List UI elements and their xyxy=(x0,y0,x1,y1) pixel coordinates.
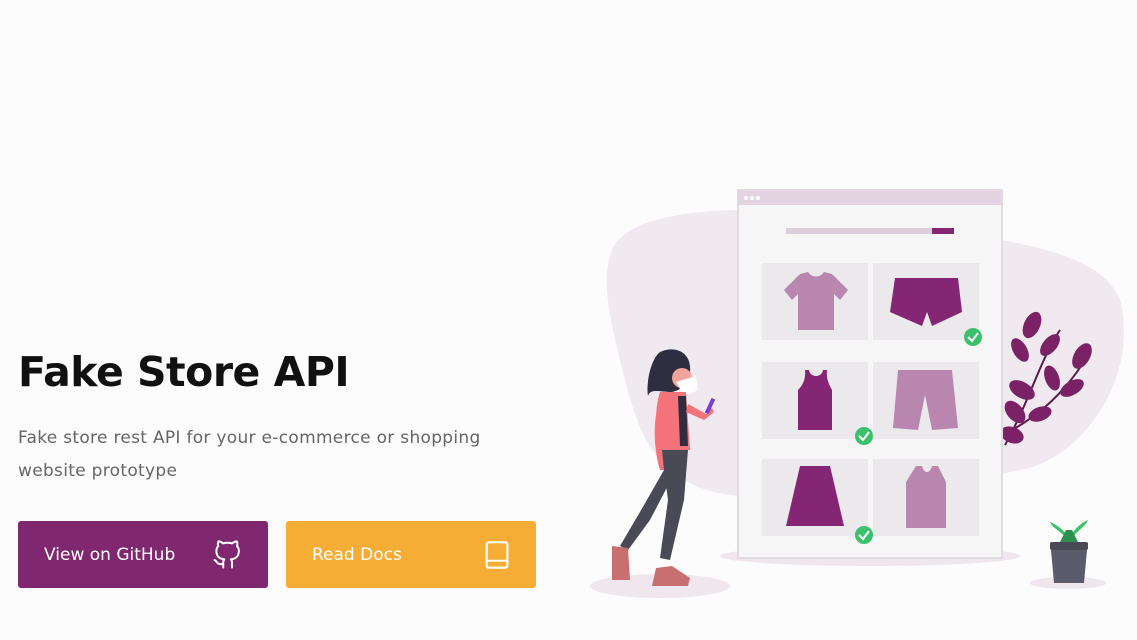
hero-description: Fake store rest API for your e-commerce … xyxy=(18,428,481,481)
github-button-label: View on GitHub xyxy=(44,544,176,565)
hero-section: Fake Store API Fake store rest API for y… xyxy=(18,342,558,488)
store-illustration xyxy=(590,189,1124,598)
view-on-github-button[interactable]: View on GitHub xyxy=(18,521,268,588)
docs-button-label: Read Docs xyxy=(312,544,402,565)
cta-buttons: View on GitHub Read Docs xyxy=(18,521,536,588)
github-icon xyxy=(212,539,242,570)
vest-icon xyxy=(906,466,946,528)
book-icon xyxy=(484,540,510,570)
browser-window xyxy=(737,189,1003,559)
check-icon xyxy=(855,526,873,544)
read-docs-button[interactable]: Read Docs xyxy=(286,521,536,588)
check-icon xyxy=(855,427,873,445)
potted-plant-icon xyxy=(1050,520,1088,583)
page-title: Fake Store API xyxy=(18,348,350,396)
check-icon xyxy=(964,328,982,346)
landing-page: Fake Store API Fake store rest API for y… xyxy=(0,0,1137,640)
